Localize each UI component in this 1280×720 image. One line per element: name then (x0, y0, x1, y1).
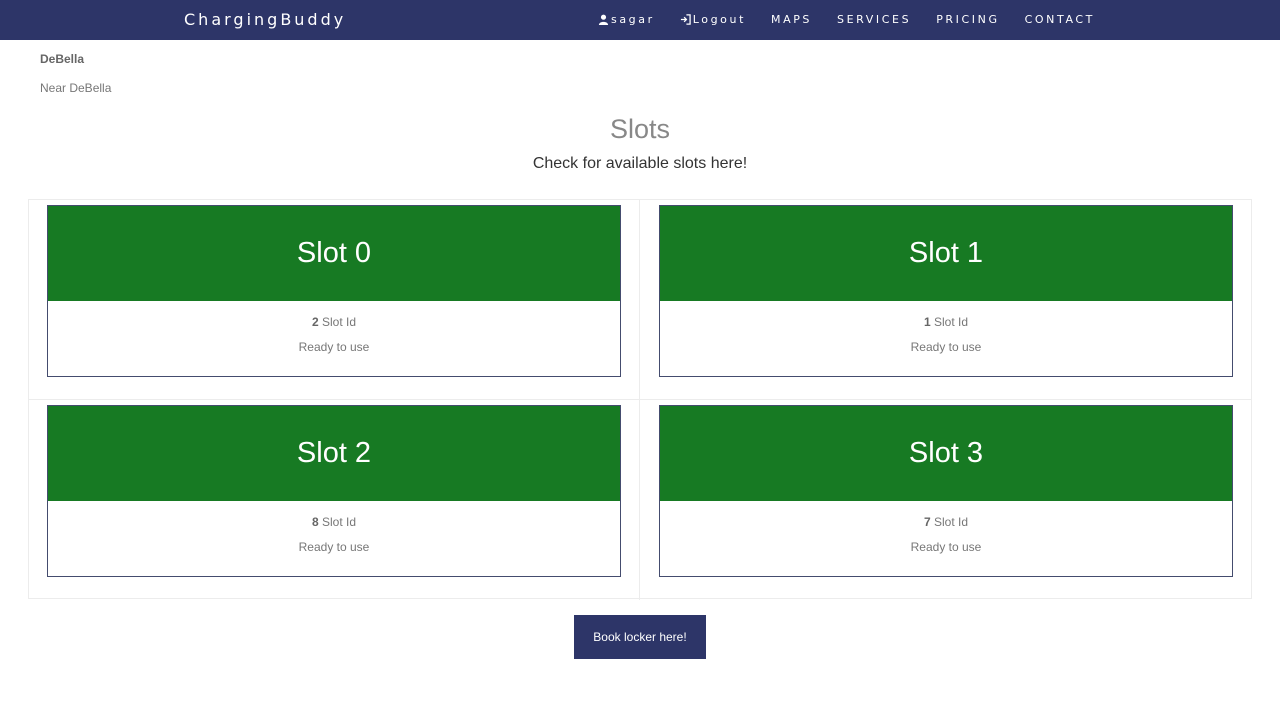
top-navbar: ChargingBuddy sagar Logout MAPS SERVICES… (0, 0, 1280, 40)
slot-status: Ready to use (910, 340, 982, 354)
slot-card-1[interactable]: Slot 1 1 Slot Id Ready to use (659, 205, 1233, 377)
slot-cell: Slot 1 1 Slot Id Ready to use (640, 200, 1251, 400)
slot-id-label: Slot Id (322, 515, 357, 529)
slot-title: Slot 2 (48, 406, 620, 501)
nav-contact[interactable]: CONTACT (1025, 13, 1095, 26)
slot-title: Slot 3 (660, 406, 1232, 501)
slot-id-value: 2 (311, 315, 319, 329)
nav-services[interactable]: SERVICES (837, 13, 911, 26)
slot-title: Slot 1 (660, 206, 1232, 301)
slot-card-3[interactable]: Slot 3 7 Slot Id Ready to use (659, 405, 1233, 577)
slot-card-0[interactable]: Slot 0 2 Slot Id Ready to use (47, 205, 621, 377)
nav-user-label: sagar (611, 13, 655, 26)
slot-cell: Slot 3 7 Slot Id Ready to use (640, 400, 1251, 600)
nav-links: sagar Logout MAPS SERVICES PRICING CONTA… (598, 13, 1120, 26)
user-icon (598, 14, 609, 25)
logout-icon (680, 14, 691, 25)
slot-id-value: 7 (923, 515, 931, 529)
slot-status: Ready to use (910, 540, 982, 554)
slot-id-line: 1 Slot Id (660, 315, 1232, 329)
slot-id-label: Slot Id (322, 315, 357, 329)
slot-id-value: 8 (311, 515, 319, 529)
slots-grid: Slot 0 2 Slot Id Ready to use Slot 1 1 S… (28, 199, 1252, 600)
nav-logout[interactable]: Logout (680, 13, 746, 26)
nav-logout-label: Logout (692, 13, 746, 26)
station-name: DeBella (40, 52, 85, 66)
nav-maps[interactable]: MAPS (771, 13, 812, 26)
nav-pricing[interactable]: PRICING (936, 13, 999, 26)
slot-title: Slot 0 (48, 206, 620, 301)
slot-status: Ready to use (298, 340, 370, 354)
station-address: Near DeBella (40, 81, 112, 95)
slot-status: Ready to use (298, 540, 370, 554)
page-title: Slots (609, 114, 671, 144)
book-locker-button[interactable]: Book locker here! (574, 615, 706, 659)
slot-id-line: 2 Slot Id (48, 315, 620, 329)
slot-id-value: 1 (923, 315, 931, 329)
slot-cell: Slot 2 8 Slot Id Ready to use (29, 400, 640, 600)
page-subtitle: Check for available slots here! (532, 155, 748, 172)
nav-user[interactable]: sagar (598, 13, 655, 26)
slot-cell: Slot 0 2 Slot Id Ready to use (29, 200, 640, 400)
slot-id-label: Slot Id (934, 315, 969, 329)
brand-logo[interactable]: ChargingBuddy (184, 10, 346, 29)
slot-id-line: 7 Slot Id (660, 515, 1232, 529)
slot-id-line: 8 Slot Id (48, 515, 620, 529)
slot-card-2[interactable]: Slot 2 8 Slot Id Ready to use (47, 405, 621, 577)
slot-id-label: Slot Id (934, 515, 969, 529)
